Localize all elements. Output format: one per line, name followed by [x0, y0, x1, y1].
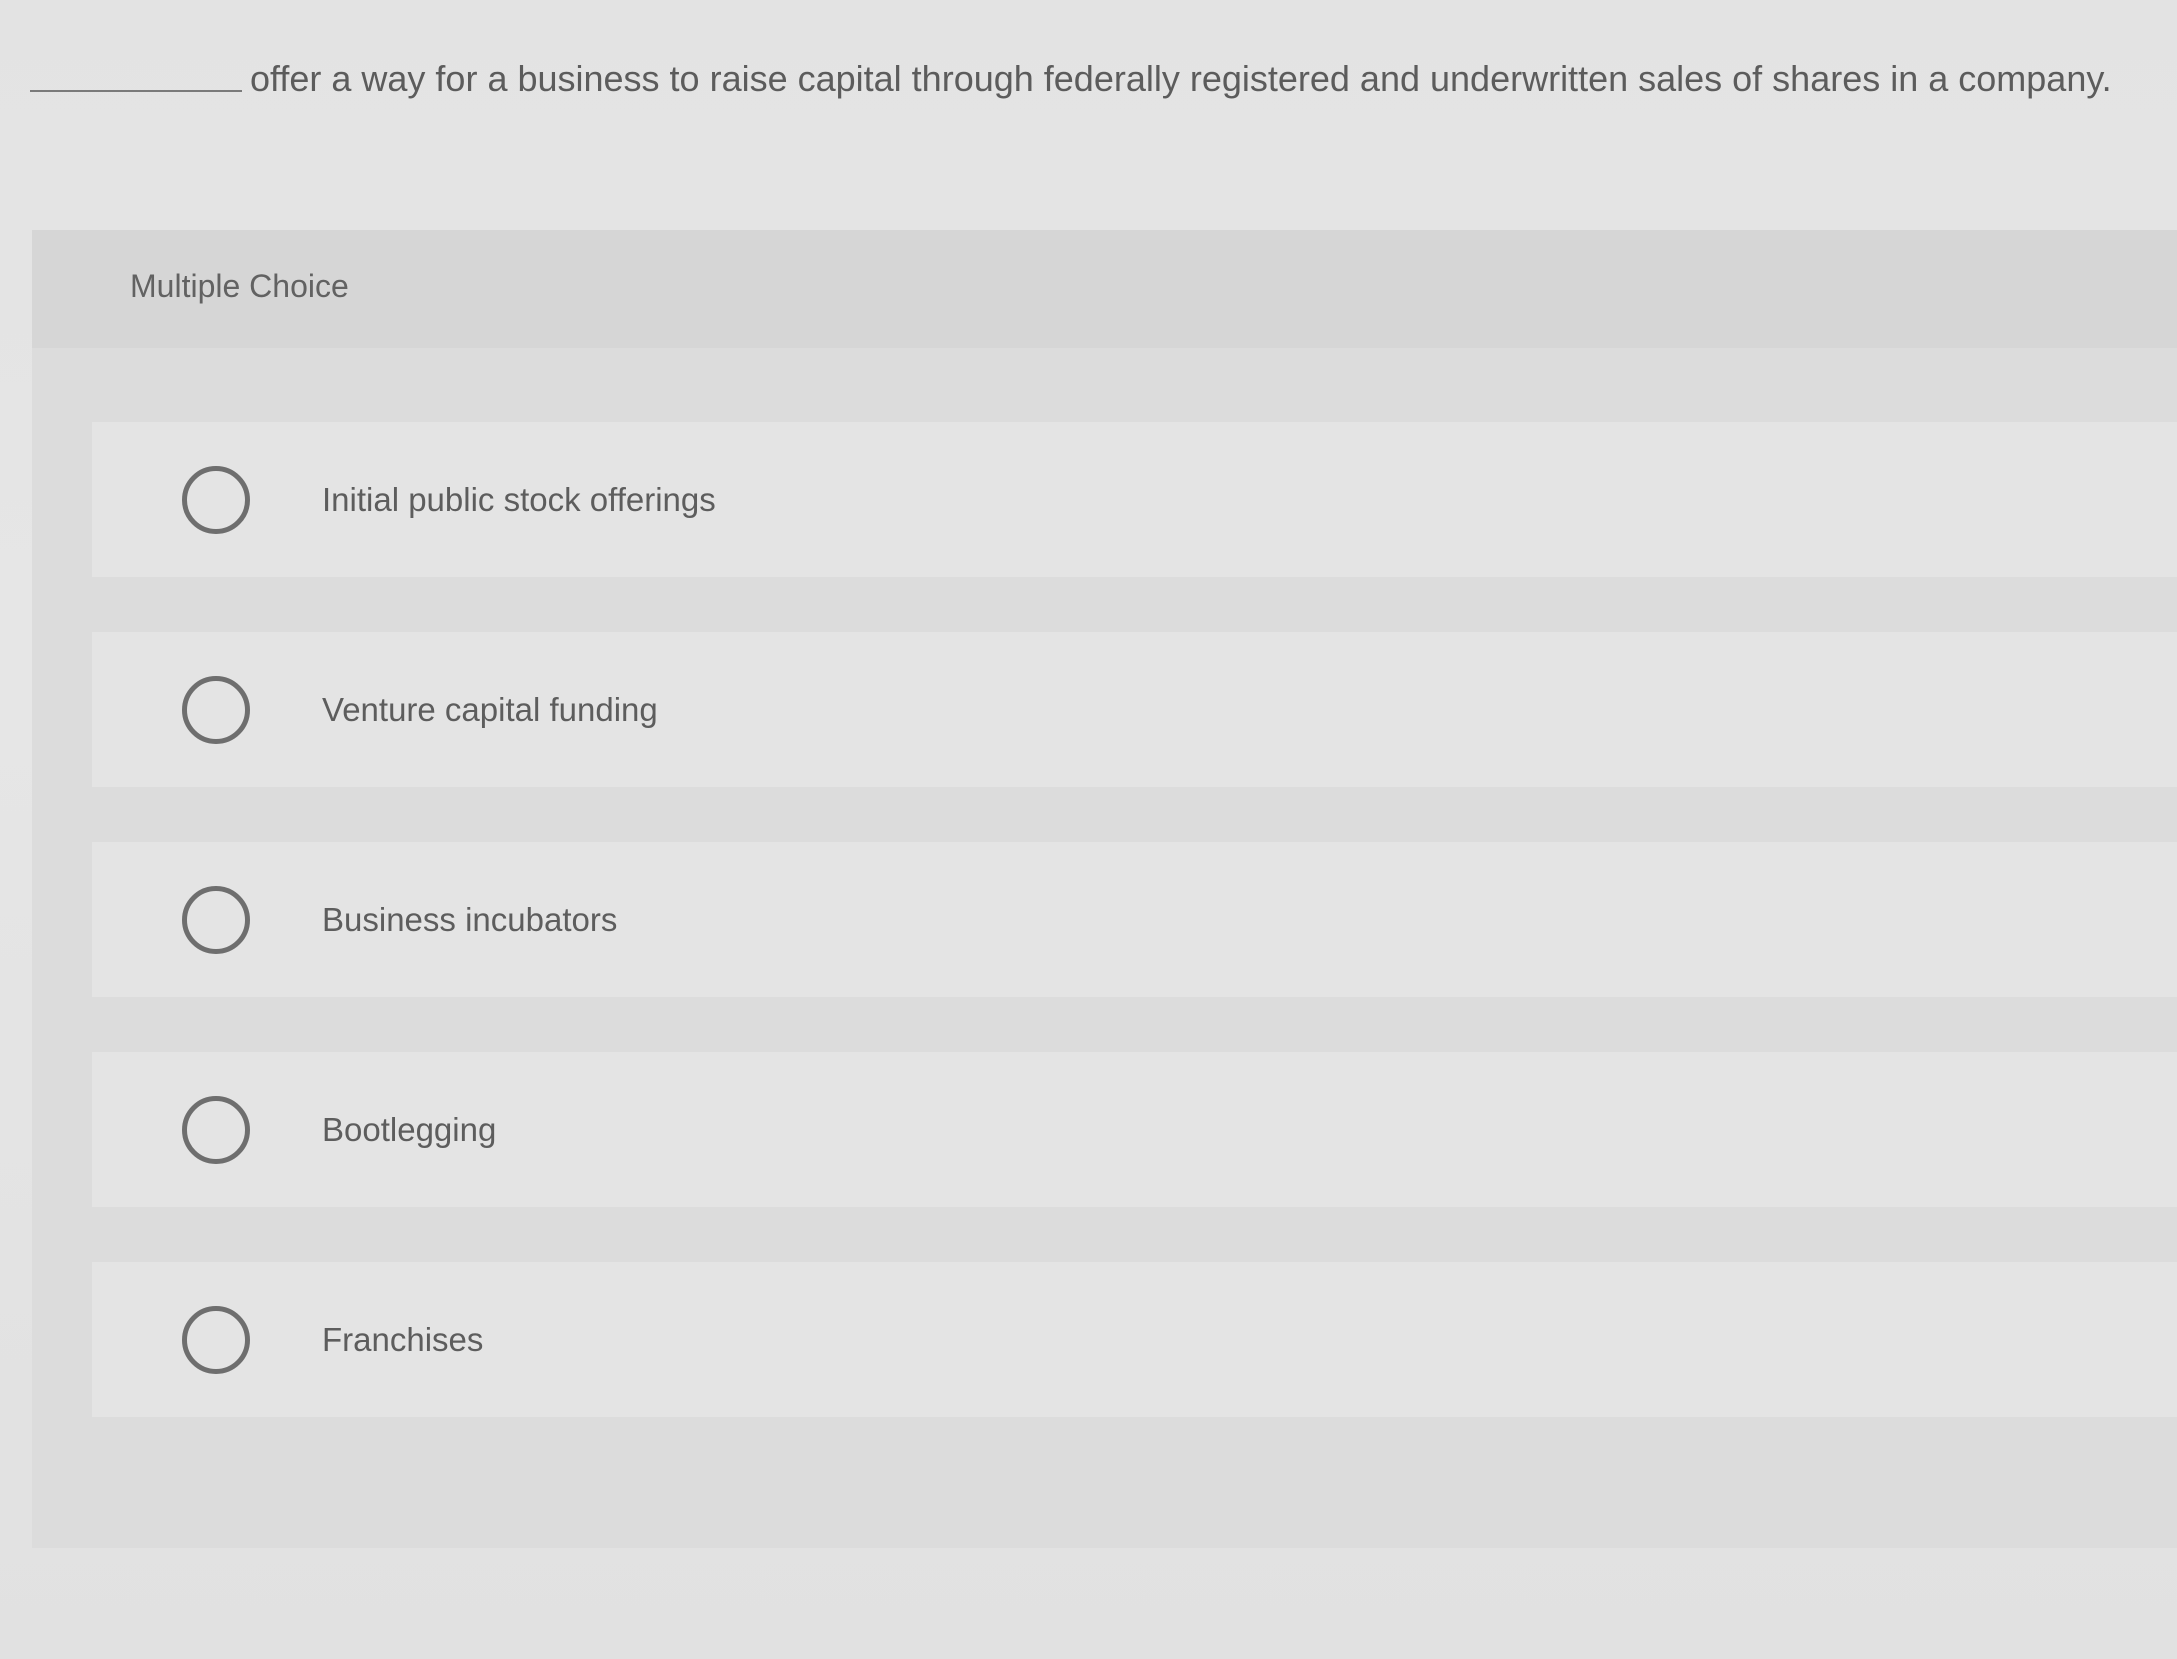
choice-option-venture-capital-funding[interactable]: Venture capital funding — [92, 632, 2177, 787]
question-type-label: Multiple Choice — [130, 268, 349, 304]
choice-label[interactable]: Bootlegging — [322, 1111, 496, 1149]
choice-label[interactable]: Venture capital funding — [322, 691, 658, 729]
panel-header: Multiple Choice — [32, 230, 2177, 348]
multiple-choice-panel: Multiple Choice Initial public stock off… — [32, 230, 2177, 1548]
choice-option-initial-public-stock-offerings[interactable]: Initial public stock offerings — [92, 422, 2177, 577]
radio-button[interactable] — [182, 675, 250, 744]
question-prompt: offer a way for a business to raise capi… — [30, 58, 2170, 100]
radio-button[interactable] — [182, 885, 250, 954]
radio-button[interactable] — [182, 1095, 250, 1164]
choice-list: Initial public stock offerings Venture c… — [92, 422, 2177, 1472]
choice-option-franchises[interactable]: Franchises — [92, 1262, 2177, 1417]
choice-label[interactable]: Initial public stock offerings — [322, 481, 716, 519]
choice-label[interactable]: Franchises — [322, 1321, 483, 1359]
radio-button[interactable] — [182, 465, 250, 534]
question-text: offer a way for a business to raise capi… — [250, 58, 2112, 99]
choice-option-bootlegging[interactable]: Bootlegging — [92, 1052, 2177, 1207]
radio-button[interactable] — [182, 1305, 250, 1374]
choice-option-business-incubators[interactable]: Business incubators — [92, 842, 2177, 997]
answer-blank — [30, 90, 242, 92]
choice-label[interactable]: Business incubators — [322, 901, 617, 939]
